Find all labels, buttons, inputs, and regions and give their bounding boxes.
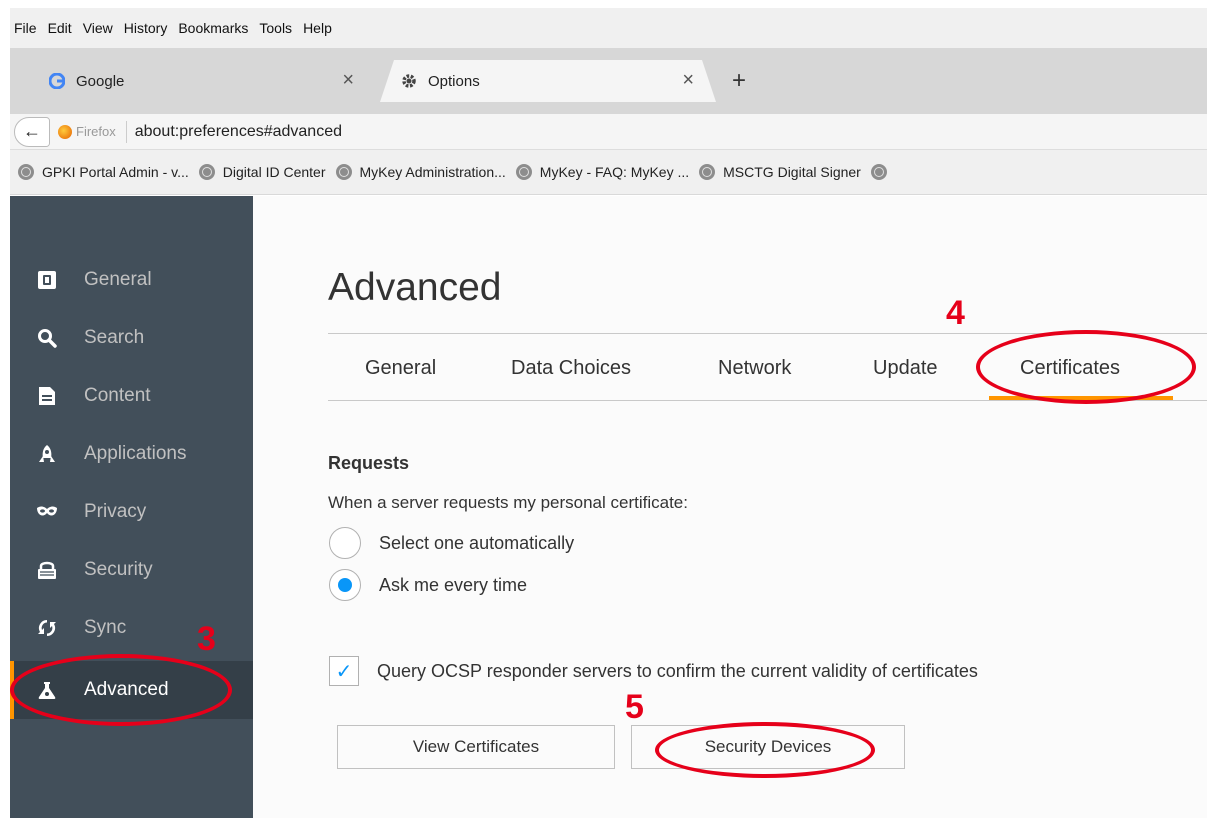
- sidebar-item-search[interactable]: Search: [10, 309, 253, 367]
- menu-history[interactable]: History: [124, 20, 168, 36]
- tab-options[interactable]: Options ×: [380, 60, 716, 102]
- sidebar-item-label: Advanced: [84, 679, 169, 700]
- checkmark-icon[interactable]: ✓: [329, 656, 359, 686]
- menu-view[interactable]: View: [83, 20, 113, 36]
- tab-strip: Google × Options × +: [10, 48, 1207, 114]
- globe-icon: [18, 164, 34, 180]
- globe-icon: [335, 164, 352, 180]
- bookmark-item[interactable]: [870, 164, 895, 180]
- bookmark-item[interactable]: MyKey - FAQ: MyKey ...: [515, 164, 690, 180]
- sidebar-item-security[interactable]: Security: [10, 541, 253, 599]
- tab-google[interactable]: Google ×: [36, 60, 376, 102]
- close-tab-icon[interactable]: ×: [342, 69, 354, 91]
- content-icon: [36, 385, 58, 407]
- gear-icon: [400, 72, 418, 90]
- view-certificates-button[interactable]: View Certificates: [337, 725, 615, 769]
- sidebar-item-label: Privacy: [84, 501, 147, 522]
- sidebar-item-advanced[interactable]: Advanced: [10, 661, 253, 719]
- sidebar-item-label: Applications: [84, 443, 187, 464]
- security-icon: [36, 559, 58, 581]
- close-tab-icon[interactable]: ×: [682, 69, 694, 91]
- globe-icon: [515, 164, 532, 180]
- requests-description: When a server requests my personal certi…: [328, 493, 688, 512]
- checkbox-label: Query OCSP responder servers to confirm …: [377, 660, 978, 681]
- requests-heading: Requests: [328, 453, 410, 473]
- radio-button-selected[interactable]: [329, 569, 361, 601]
- tab-network[interactable]: Network: [718, 357, 791, 380]
- sidebar-item-label: Sync: [84, 617, 127, 638]
- search-icon: [36, 327, 58, 349]
- google-icon: [48, 72, 66, 90]
- tab-label: Options: [428, 72, 480, 90]
- radio-label: Select one automatically: [379, 532, 575, 553]
- tabs-divider-bottom: [328, 400, 1207, 401]
- tab-data-choices[interactable]: Data Choices: [511, 357, 631, 380]
- navigation-bar: ← Firefox about:preferences#advanced: [10, 114, 1207, 150]
- identity-label: Firefox: [76, 124, 116, 139]
- url-bar[interactable]: about:preferences#advanced: [135, 123, 342, 141]
- bookmark-label: GPKI Portal Admin - v...: [42, 164, 189, 180]
- sidebar-item-label: Search: [84, 327, 145, 348]
- globe-icon: [198, 164, 215, 180]
- radio-ask-every-time[interactable]: Ask me every time: [329, 569, 527, 601]
- bookmark-item[interactable]: Digital ID Center: [198, 164, 326, 180]
- bookmark-label: MyKey Administration...: [359, 164, 506, 180]
- sidebar-item-sync[interactable]: Sync: [10, 599, 253, 657]
- tab-certificates[interactable]: Certificates: [1020, 357, 1120, 380]
- back-arrow-icon: ←: [23, 121, 41, 141]
- bookmark-item[interactable]: MyKey Administration...: [335, 164, 506, 180]
- sidebar-item-label: Security: [84, 559, 153, 580]
- ocsp-checkbox-row[interactable]: ✓ Query OCSP responder servers to confir…: [329, 656, 978, 686]
- bookmark-label: MyKey - FAQ: MyKey ...: [539, 164, 690, 180]
- annotation-step-3: 3: [197, 620, 216, 658]
- radio-button[interactable]: [329, 527, 361, 559]
- preferences-sidebar: General Search Content Applications Priv…: [10, 196, 253, 818]
- general-icon: [36, 269, 58, 291]
- globe-icon: [870, 164, 887, 180]
- bookmarks-toolbar: GPKI Portal Admin - v... Digital ID Cent…: [10, 150, 1207, 195]
- sidebar-item-privacy[interactable]: Privacy: [10, 483, 253, 541]
- privacy-mask-icon: [36, 501, 58, 523]
- security-devices-button[interactable]: Security Devices: [631, 725, 905, 769]
- menu-file[interactable]: File: [14, 20, 37, 36]
- applications-icon: [36, 443, 58, 465]
- annotation-step-4: 4: [946, 294, 965, 332]
- bookmark-label: Digital ID Center: [222, 164, 326, 180]
- bookmark-item[interactable]: GPKI Portal Admin - v...: [18, 164, 189, 180]
- annotation-step-5: 5: [625, 688, 644, 726]
- menu-bar: File Edit View History Bookmarks Tools H…: [10, 8, 1207, 48]
- sidebar-item-content[interactable]: Content: [10, 367, 253, 425]
- preferences-main: Advanced General Data Choices Network Up…: [253, 196, 1207, 818]
- advanced-icon: [36, 679, 58, 701]
- menu-tools[interactable]: Tools: [259, 20, 292, 36]
- tabs-divider: [328, 333, 1207, 334]
- radio-select-automatically[interactable]: Select one automatically: [329, 527, 574, 559]
- tab-update[interactable]: Update: [873, 357, 938, 380]
- tab-general[interactable]: General: [365, 357, 436, 380]
- globe-icon: [699, 164, 716, 180]
- sidebar-item-label: Content: [84, 385, 151, 406]
- new-tab-button[interactable]: +: [732, 69, 746, 93]
- bookmark-label: MSCTG Digital Signer: [723, 164, 861, 180]
- tab-label: Google: [76, 72, 125, 90]
- site-identity[interactable]: Firefox: [58, 120, 127, 143]
- back-button[interactable]: ←: [14, 116, 50, 147]
- menu-help[interactable]: Help: [303, 20, 332, 36]
- sidebar-item-label: General: [84, 269, 152, 290]
- menu-bookmarks[interactable]: Bookmarks: [178, 20, 248, 36]
- radio-label: Ask me every time: [379, 574, 528, 595]
- sidebar-item-applications[interactable]: Applications: [10, 425, 253, 483]
- firefox-icon: [58, 124, 72, 139]
- page-title: Advanced: [328, 266, 502, 309]
- sidebar-item-general[interactable]: General: [10, 251, 253, 309]
- sync-icon: [36, 617, 58, 639]
- menu-edit[interactable]: Edit: [48, 20, 72, 36]
- bookmark-item[interactable]: MSCTG Digital Signer: [699, 164, 861, 180]
